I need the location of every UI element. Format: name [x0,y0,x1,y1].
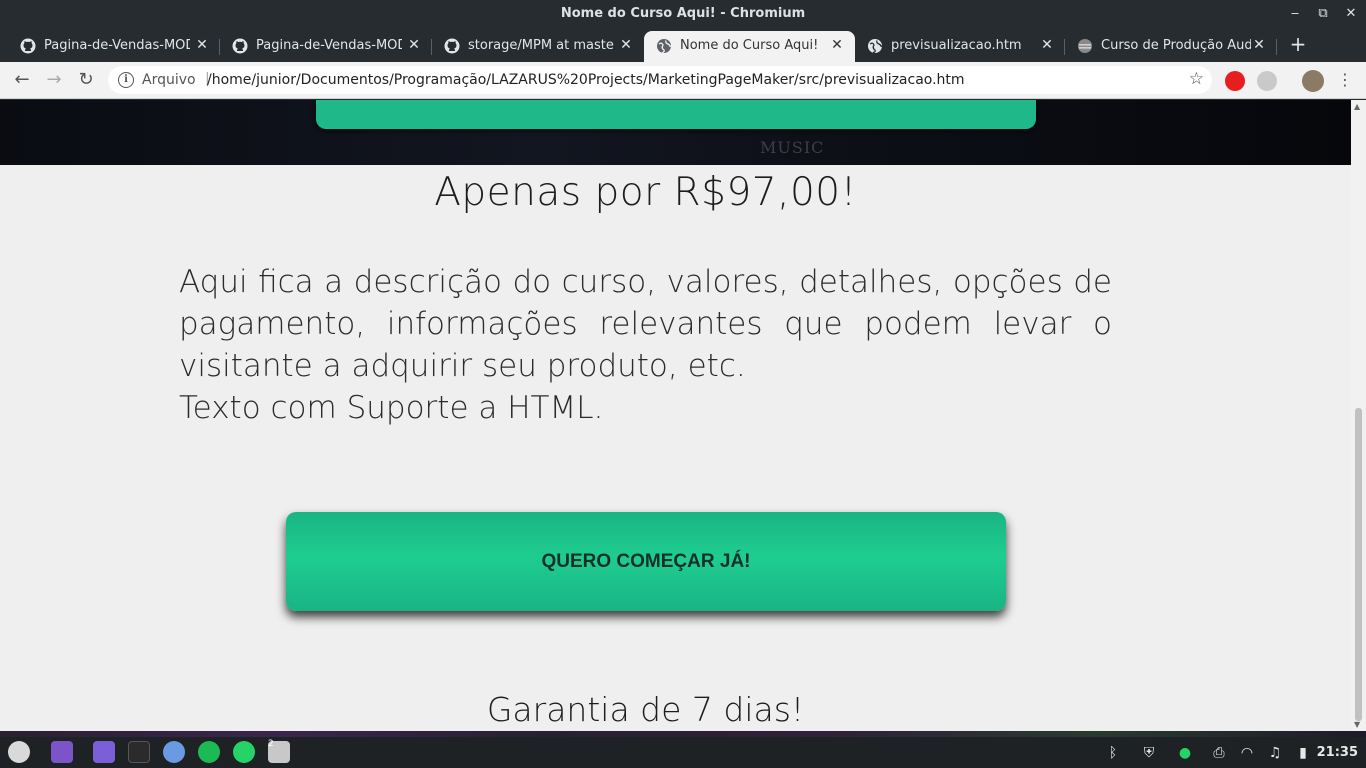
reload-icon[interactable]: ↻ [74,68,98,92]
whatsapp-tray-icon[interactable]: ● [1176,744,1194,762]
tab-label: Pagina-de-Vendas-MODE [256,38,402,53]
new-tab-button[interactable]: + [1287,33,1309,55]
tab-strip: Pagina-de-Vendas-MODE ✕ Pagina-de-Vendas… [0,29,1366,62]
scroll-down-icon[interactable]: ▼ [1354,720,1360,729]
music-note-icon[interactable]: ♫ [1266,744,1284,762]
maximize-button[interactable]: ⧉ [1312,4,1334,24]
price-heading: Apenas por R$97,00! [434,170,857,215]
scheme-label: Arquivo [142,72,196,88]
browser-toolbar: ← → ↻ i Arquivo | /home/junior/Documento… [0,62,1366,99]
printer-icon[interactable]: ⎙ [1210,744,1228,762]
os-taskbar: 2 ᛒ ⛨ ● ⎙ ◠ ♫ ▮ 21:35 [0,731,1366,768]
wifi-icon[interactable]: ◠ [1238,744,1256,762]
shield-icon[interactable]: ⛨ [1140,744,1158,762]
bookmark-star-icon[interactable]: ☆ [1189,69,1204,89]
github-icon [20,38,36,54]
globe-icon [868,39,883,54]
back-arrow-icon[interactable]: ← [10,68,34,92]
buy-now-button[interactable]: QUERO COMEÇAR JÁ! [286,512,1006,611]
tab-label: previsualizacao.htm [891,38,1022,53]
close-tab-icon[interactable]: ✕ [194,37,210,53]
site-favicon-icon [1078,39,1092,53]
github-icon [232,38,248,54]
tab-github-3[interactable]: storage/MPM at master ✕ [432,31,644,62]
guarantee-heading: Garantia de 7 dias! [486,690,805,729]
window-title: Nome do Curso Aqui! - Chromium [560,6,806,21]
files-folder-icon[interactable] [93,741,115,763]
workspace-icon[interactable] [51,741,73,763]
menu-kebab-icon[interactable]: ⋮ [1333,68,1357,92]
tab-previsualizacao[interactable]: previsualizacao.htm ✕ [855,31,1065,62]
window-titlebar: Nome do Curso Aqui! - Chromium ‒ ⧉ ✕ [0,0,1366,29]
chromium-icon[interactable] [163,741,185,763]
close-tab-icon[interactable]: ✕ [1251,37,1267,53]
notification-badge: 2 [268,739,274,749]
minimize-button[interactable]: ‒ [1284,4,1306,24]
tab-nome-do-curso[interactable]: Nome do Curso Aqui! ✕ [644,31,855,62]
tab-label: storage/MPM at master [468,38,614,53]
address-bar[interactable]: i Arquivo | /home/junior/Documentos/Prog… [108,66,1212,94]
description-html-note: Texto com Suporte a HTML. [179,390,604,426]
scroll-up-icon[interactable]: ▲ [1354,102,1360,111]
tab-github-1[interactable]: Pagina-de-Vendas-MODE ✕ [8,31,220,62]
github-icon [444,38,460,54]
info-icon[interactable]: i [118,72,134,88]
whatsapp-icon[interactable] [233,741,255,763]
page-scrollbar[interactable]: ▲ ▼ [1351,100,1366,731]
hero-cta-button[interactable] [316,100,1036,129]
close-window-button[interactable]: ✕ [1340,4,1362,24]
close-tab-icon[interactable]: ✕ [829,37,845,53]
close-tab-icon[interactable]: ✕ [618,37,634,53]
tab-curso-producao[interactable]: Curso de Produção Audio ✕ [1065,31,1277,62]
battery-icon[interactable]: ▮ [1294,744,1312,762]
terminal-icon[interactable] [128,741,150,763]
description-text: Aqui fica a descrição do curso, valores,… [179,264,1112,384]
forward-arrow-icon[interactable]: → [42,68,66,92]
tab-label: Nome do Curso Aqui! [680,38,819,53]
app-menu-icon[interactable] [8,741,30,763]
close-tab-icon[interactable]: ✕ [1039,37,1055,53]
clock[interactable]: 21:35 [1317,745,1358,760]
opera-extension-icon[interactable] [1225,71,1245,91]
hero-banner-text: MUSIC [760,138,825,157]
wallpaper-strip [0,731,1366,737]
tab-separator [1276,39,1277,55]
tab-label: Curso de Produção Audio [1101,38,1251,53]
course-description: Aqui fica a descrição do curso, valores,… [179,261,1112,429]
globe-icon [657,39,672,54]
extension-icon[interactable] [1257,71,1277,91]
spotify-icon[interactable] [198,741,220,763]
close-tab-icon[interactable]: ✕ [406,37,422,53]
tab-label: Pagina-de-Vendas-MODE [44,38,190,53]
scrollbar-thumb[interactable] [1355,408,1362,721]
profile-avatar[interactable] [1302,70,1324,92]
page-viewport: MUSIC Apenas por R$97,00! Aqui fica a de… [0,100,1351,731]
bluetooth-icon[interactable]: ᛒ [1104,744,1122,762]
url-text[interactable]: /home/junior/Documentos/Programação/LAZA… [207,72,965,88]
tab-github-2[interactable]: Pagina-de-Vendas-MODE ✕ [220,31,432,62]
